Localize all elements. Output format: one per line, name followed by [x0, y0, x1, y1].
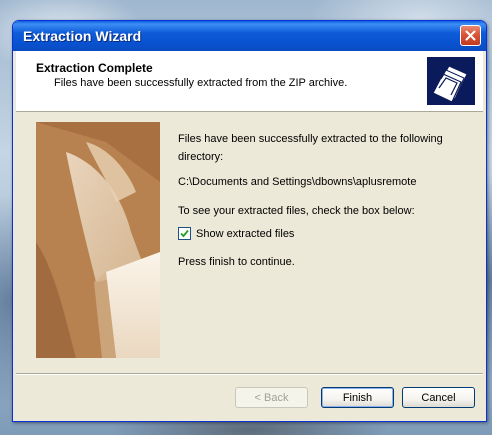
- intro-text: Files have been successfully extracted t…: [178, 133, 443, 163]
- show-files-checkbox[interactable]: [178, 227, 191, 240]
- finish-button[interactable]: Finish: [321, 387, 394, 408]
- finish-instruction: Press finish to continue.: [178, 256, 295, 268]
- button-bar: < Back Finish Cancel: [16, 376, 483, 418]
- footer-divider: [16, 373, 483, 375]
- close-icon: [465, 30, 476, 41]
- instruction-text: To see your extracted files, check the b…: [178, 205, 415, 217]
- wizard-side-image: [36, 122, 160, 358]
- show-files-option[interactable]: Show extracted files: [178, 227, 473, 240]
- header-title: Extraction Complete: [36, 61, 153, 75]
- back-button[interactable]: < Back: [235, 387, 308, 408]
- cancel-button[interactable]: Cancel: [402, 387, 475, 408]
- folders-icon: [427, 57, 475, 105]
- header-subtitle: Files have been successfully extracted f…: [54, 77, 348, 89]
- content-area: Files have been successfully extracted t…: [178, 130, 473, 268]
- close-button[interactable]: [460, 25, 481, 46]
- show-files-label[interactable]: Show extracted files: [196, 228, 294, 240]
- window-title: Extraction Wizard: [23, 28, 142, 44]
- extraction-wizard-window: Extraction Wizard Extraction Complete Fi…: [12, 20, 487, 422]
- extract-path: C:\Documents and Settings\dbowns\aplusre…: [178, 176, 417, 188]
- title-bar[interactable]: Extraction Wizard: [13, 21, 486, 51]
- checkmark-icon: [180, 229, 189, 238]
- wizard-header: Extraction Complete Files have been succ…: [16, 51, 483, 112]
- wizard-body: Files have been successfully extracted t…: [16, 112, 483, 374]
